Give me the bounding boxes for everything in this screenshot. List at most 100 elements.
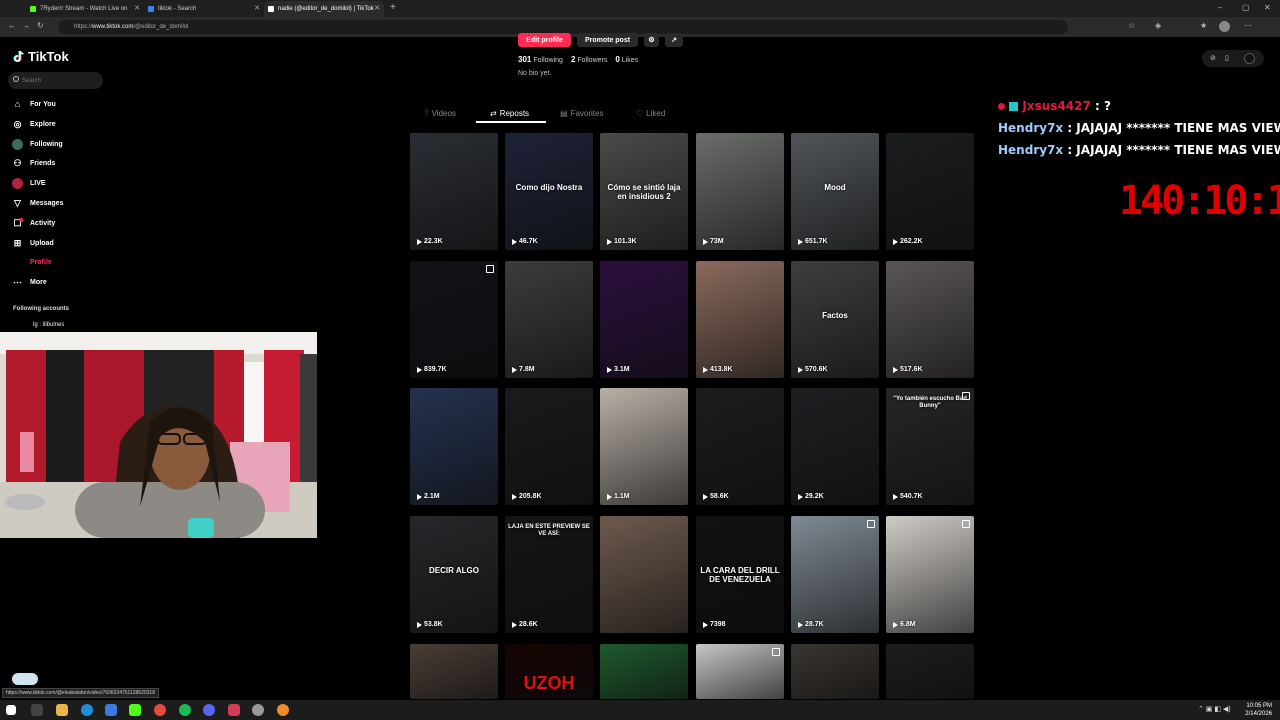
video-thumbnail[interactable]: 58.6K xyxy=(696,388,784,505)
spotify-icon[interactable] xyxy=(179,704,191,716)
sidebar-item-messages[interactable]: ▽ Messages xyxy=(12,196,63,210)
close-icon[interactable]: ✕ xyxy=(134,4,140,12)
promote-post-button[interactable]: Promote post xyxy=(577,33,638,47)
followers-stat[interactable]: 2 Followers xyxy=(571,55,607,64)
maximize-icon[interactable]: ▢ xyxy=(1242,3,1250,12)
edit-profile-button[interactable]: Edit profile xyxy=(518,33,571,47)
video-thumbnail[interactable]: 29.2K xyxy=(791,388,879,505)
app-icon[interactable] xyxy=(252,704,264,716)
video-thumbnail[interactable]: UZOH xyxy=(505,644,593,699)
video-thumbnail[interactable]: 413.8K xyxy=(696,261,784,378)
file-explorer-icon[interactable] xyxy=(56,704,68,716)
video-thumbnail[interactable] xyxy=(600,516,688,633)
system-clock[interactable]: 10:05 PM 2/14/2026 xyxy=(1245,702,1272,718)
browser-tab-kick[interactable]: 7Ryderrr Stream - Watch Live on ✕ xyxy=(26,1,144,17)
back-icon[interactable]: ← xyxy=(8,21,16,30)
forward-icon[interactable]: → xyxy=(22,21,30,30)
mute-icon[interactable]: ⊘ xyxy=(1210,54,1216,62)
view-count: 58.6K xyxy=(703,493,729,500)
video-thumbnail[interactable]: 7.8M xyxy=(505,261,593,378)
video-thumbnail[interactable]: 205.8K xyxy=(505,388,593,505)
view-count-text: 6.8M xyxy=(900,621,916,628)
floating-toggle-icon[interactable] xyxy=(12,673,38,685)
play-icon xyxy=(893,621,898,628)
chrome-icon[interactable] xyxy=(154,704,166,716)
video-thumbnail[interactable]: Mood 651.7K xyxy=(791,133,879,250)
outlook-icon[interactable] xyxy=(105,704,117,716)
reload-icon[interactable]: ↻ xyxy=(37,21,44,30)
sidebar-item-activity[interactable]: ☐ Activity xyxy=(12,216,55,230)
video-thumbnail[interactable]: 28.7K xyxy=(791,516,879,633)
sidebar-item-live[interactable]: LIVE xyxy=(12,176,46,190)
video-thumbnail[interactable] xyxy=(696,644,784,699)
search-input[interactable]: Search xyxy=(8,72,103,89)
sidebar-item-for-you[interactable]: ⌂ For You xyxy=(12,97,56,111)
url-field[interactable]: https://www.tiktok.com/@editor_de_domilo… xyxy=(58,20,1068,34)
video-thumbnail[interactable]: 2.1M xyxy=(410,388,498,505)
mini-player-controls[interactable]: ⊘ ▯ xyxy=(1202,50,1264,67)
favorites-icon[interactable]: ★ xyxy=(1200,21,1207,30)
task-view-icon[interactable] xyxy=(31,704,43,716)
new-tab-icon[interactable]: + xyxy=(390,2,396,13)
tab-reposts[interactable]: ⇄ Reposts xyxy=(490,106,529,120)
video-thumbnail[interactable] xyxy=(600,644,688,699)
video-thumbnail[interactable]: LA CARA DEL DRILL DE VENEZUELA 7398 xyxy=(696,516,784,633)
following-stat[interactable]: 301 Following xyxy=(518,55,563,64)
sidebar-item-following[interactable]: Following xyxy=(12,137,63,151)
app-icon[interactable] xyxy=(228,704,240,716)
video-thumbnail[interactable]: 22.3K xyxy=(410,133,498,250)
video-thumbnail[interactable]: 839.7K xyxy=(410,261,498,378)
sidebar-item-profile[interactable]: Profile xyxy=(12,255,52,269)
video-thumbnail[interactable]: Cómo se sintió laja en insidious 2 101.3K xyxy=(600,133,688,250)
browser-tab-tiktok[interactable]: nadie (@editor_de_domilol) | TikTok ✕ xyxy=(264,1,384,17)
sidebar-item-more[interactable]: ⋯ More xyxy=(12,275,47,289)
following-account-item[interactable]: lg : lilbulnes xyxy=(33,322,64,328)
kick-app-icon[interactable] xyxy=(129,704,141,716)
toggle-icon[interactable] xyxy=(1244,53,1255,64)
video-thumbnail[interactable]: DECIR ALGO 53.8K xyxy=(410,516,498,633)
close-icon[interactable]: ✕ xyxy=(374,4,380,12)
app-icon[interactable] xyxy=(277,704,289,716)
video-thumbnail[interactable]: 1.1M xyxy=(600,388,688,505)
share-icon[interactable]: ↗ xyxy=(665,33,683,47)
video-thumbnail[interactable] xyxy=(791,644,879,699)
tiktok-note-icon xyxy=(13,50,24,63)
user-avatar-icon[interactable] xyxy=(1219,21,1230,32)
video-thumbnail[interactable] xyxy=(886,644,974,699)
search-icon xyxy=(13,76,19,82)
video-thumbnail[interactable]: 3.1M xyxy=(600,261,688,378)
video-thumbnail[interactable]: "Yo también escucho Bad Bunny" 540.7K xyxy=(886,388,974,505)
sidebar-item-friends[interactable]: ⚇ Friends xyxy=(12,156,55,170)
video-thumbnail[interactable]: 262.2K xyxy=(886,133,974,250)
close-icon[interactable]: ✕ xyxy=(254,4,260,12)
video-thumbnail[interactable]: LAJA EN ESTE PREVIEW SE VE ASÍ: 28.6K xyxy=(505,516,593,633)
tab-favorites[interactable]: ▤ Favorites xyxy=(560,106,603,120)
tiktok-logo[interactable]: TikTok xyxy=(13,49,69,64)
extensions-icon[interactable]: ◈ xyxy=(1155,21,1161,30)
settings-icon[interactable]: ⚙ xyxy=(644,33,659,47)
chat-message: Jxsus4427 : ? xyxy=(998,99,1111,113)
favorite-star-icon[interactable]: ☆ xyxy=(1128,21,1135,30)
tab-liked[interactable]: ♡ Liked xyxy=(636,106,665,120)
close-window-icon[interactable]: ✕ xyxy=(1264,3,1271,12)
tab-videos[interactable]: ⦙⦙ Videos xyxy=(425,106,456,120)
browser-tab-search[interactable]: tiktok - Search ✕ xyxy=(144,1,264,17)
video-thumbnail[interactable]: 73M xyxy=(696,133,784,250)
likes-count: 0 xyxy=(615,55,620,64)
edge-icon[interactable] xyxy=(81,704,93,716)
video-thumbnail[interactable] xyxy=(410,644,498,699)
video-thumbnail[interactable]: 517.6K xyxy=(886,261,974,378)
system-tray-icon[interactable]: ⌃ ▣ ◧ ◀) xyxy=(1198,705,1231,713)
sidebar-item-label: Explore xyxy=(30,120,56,128)
sidebar-item-explore[interactable]: ◎ Explore xyxy=(12,117,56,131)
start-icon[interactable] xyxy=(6,705,16,715)
video-thumbnail[interactable]: Como dijo Nostra 46.7K xyxy=(505,133,593,250)
discord-icon[interactable] xyxy=(203,704,215,716)
view-count: 22.3K xyxy=(417,238,443,245)
minimize-icon[interactable]: – xyxy=(1218,3,1222,12)
sidebar-item-upload[interactable]: ⊞ Upload xyxy=(12,236,54,250)
video-thumbnail[interactable]: Factos 570.6K xyxy=(791,261,879,378)
video-thumbnail[interactable]: 6.8M xyxy=(886,516,974,633)
phone-icon[interactable]: ▯ xyxy=(1225,54,1229,62)
menu-dots-icon[interactable]: ⋯ xyxy=(1244,21,1252,30)
